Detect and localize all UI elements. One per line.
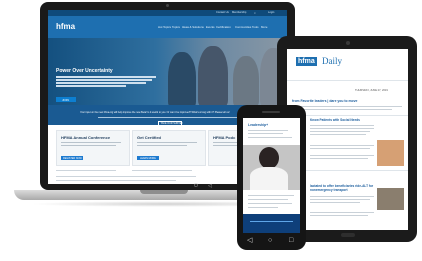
tablet-text-line xyxy=(292,106,402,107)
hero-text-line xyxy=(56,85,126,87)
register-now-label: REGISTER NOW xyxy=(63,156,82,160)
tablet-text-line xyxy=(310,215,368,216)
nav-item-more[interactable]: More xyxy=(261,25,267,29)
hero-person-image xyxy=(233,56,259,105)
phone-promo-banner[interactable] xyxy=(243,214,300,233)
nav-item-events[interactable]: Events xyxy=(206,25,215,29)
laptop-camera xyxy=(166,4,169,7)
certification-card-title: Get Certified xyxy=(137,135,162,140)
phone-text-line xyxy=(248,130,288,131)
conference-card: HFMA Annual Conference REGISTER NOW xyxy=(56,130,130,166)
tablet-text-line xyxy=(310,158,368,159)
back-icon[interactable]: ◁ xyxy=(247,237,252,244)
tablet-headline[interactable]: lactated to offer beneficiaries ride-ALT… xyxy=(310,184,376,192)
phone-heading: Leadership+ xyxy=(248,123,269,127)
tablet-text-line xyxy=(310,199,370,200)
site-logo[interactable]: hfma xyxy=(56,22,75,31)
phone-text-line xyxy=(248,199,288,200)
content-text-line xyxy=(132,170,192,172)
tablet-text-line xyxy=(310,125,374,126)
tablet-camera xyxy=(346,41,350,45)
home-icon[interactable]: ○ xyxy=(268,237,272,244)
phone-text-line xyxy=(248,195,294,196)
tablet-text-line xyxy=(310,148,370,149)
nav-item-communities[interactable]: Communities xyxy=(235,25,251,29)
nav-item-hot-topics[interactable]: Hot Topics xyxy=(158,25,171,29)
newsletter-title: Daily xyxy=(322,56,342,66)
phone-text-line xyxy=(248,207,278,208)
tablet-text-line xyxy=(310,134,366,135)
portrait-shirt xyxy=(250,167,288,190)
nav-item-tools[interactable]: Tools xyxy=(252,25,259,29)
newsletter-date: THURSDAY, JUNE 27, 2019 xyxy=(355,89,388,92)
nav-item-topics[interactable]: Topics xyxy=(172,25,180,29)
card-text-line xyxy=(61,142,121,143)
take-survey-button[interactable]: TAKE OUR SURVEY xyxy=(158,121,184,127)
tablet-text-line xyxy=(310,145,374,146)
tablet-text-line xyxy=(310,202,360,203)
nav-item-ideas[interactable]: Ideas & Solutions xyxy=(182,25,204,29)
learn-more-button[interactable]: LEARN MORE xyxy=(137,156,159,160)
content-text-line xyxy=(56,170,116,172)
card-text-line xyxy=(137,145,187,146)
tablet-text-line xyxy=(310,155,374,156)
content-text-line xyxy=(56,176,196,178)
tablet-home-button[interactable] xyxy=(341,233,355,237)
hero-person-image xyxy=(198,46,228,105)
survey-text-line xyxy=(98,117,238,118)
phone-text-line xyxy=(248,137,292,138)
tablet-text-line xyxy=(310,131,370,132)
search-icon[interactable]: ⌕ xyxy=(254,11,256,15)
hero-text-line xyxy=(56,82,146,84)
survey-text: Your input on the new hfma.org will help… xyxy=(80,111,230,114)
article-thumbnail[interactable] xyxy=(377,188,404,210)
portrait-head xyxy=(259,147,279,169)
phone-text-line xyxy=(248,133,283,134)
tablet-text-line xyxy=(292,109,392,110)
recent-apps-icon[interactable]: □ xyxy=(289,237,293,244)
power-icon: ⏻ xyxy=(194,183,198,189)
tablet-headline[interactable]: Know Patients with Social Needs xyxy=(310,118,360,122)
phone-text-line xyxy=(248,203,292,204)
article-thumbnail[interactable] xyxy=(377,140,404,166)
tablet-text-line xyxy=(310,128,374,129)
learn-more-label: LEARN MORE xyxy=(140,156,156,160)
membership-link[interactable]: Membership xyxy=(232,11,246,14)
tablet-text-line xyxy=(310,212,374,213)
podcast-card-title: HFMA Podc xyxy=(213,135,236,140)
take-survey-label: TAKE OUR SURVEY xyxy=(160,122,184,125)
nav-item-certification[interactable]: Certification xyxy=(216,25,231,29)
hero-text-line xyxy=(56,76,156,78)
hero-text-line xyxy=(56,79,152,81)
conference-card-title: HFMA Annual Conference xyxy=(61,135,111,140)
tablet-divider xyxy=(287,80,408,81)
certification-card: Get Certified LEARN MORE xyxy=(132,130,206,166)
promo-wave-line xyxy=(250,221,293,222)
phone-speaker xyxy=(262,111,280,113)
login-link[interactable]: Login xyxy=(268,11,274,14)
card-text-line xyxy=(137,142,197,143)
back-icon: ◁ xyxy=(208,183,212,189)
tablet-headline[interactable]: from Favorite leaders | dare you to move xyxy=(292,99,357,103)
register-now-button[interactable]: REGISTER NOW xyxy=(61,156,83,160)
tablet-logo: hfma xyxy=(296,57,317,66)
content-text-line xyxy=(56,180,176,182)
hero-join-button[interactable]: JOIN xyxy=(56,97,76,102)
tablet-text-line xyxy=(310,196,374,197)
hero-person-image xyxy=(168,52,196,105)
card-text-line xyxy=(61,145,116,146)
hero-headline: Power Over Uncertainty xyxy=(56,68,113,74)
laptop-hinge-notch xyxy=(140,190,188,194)
contact-link[interactable]: Contact Us xyxy=(216,11,229,14)
hero-join-label: JOIN xyxy=(62,97,69,102)
